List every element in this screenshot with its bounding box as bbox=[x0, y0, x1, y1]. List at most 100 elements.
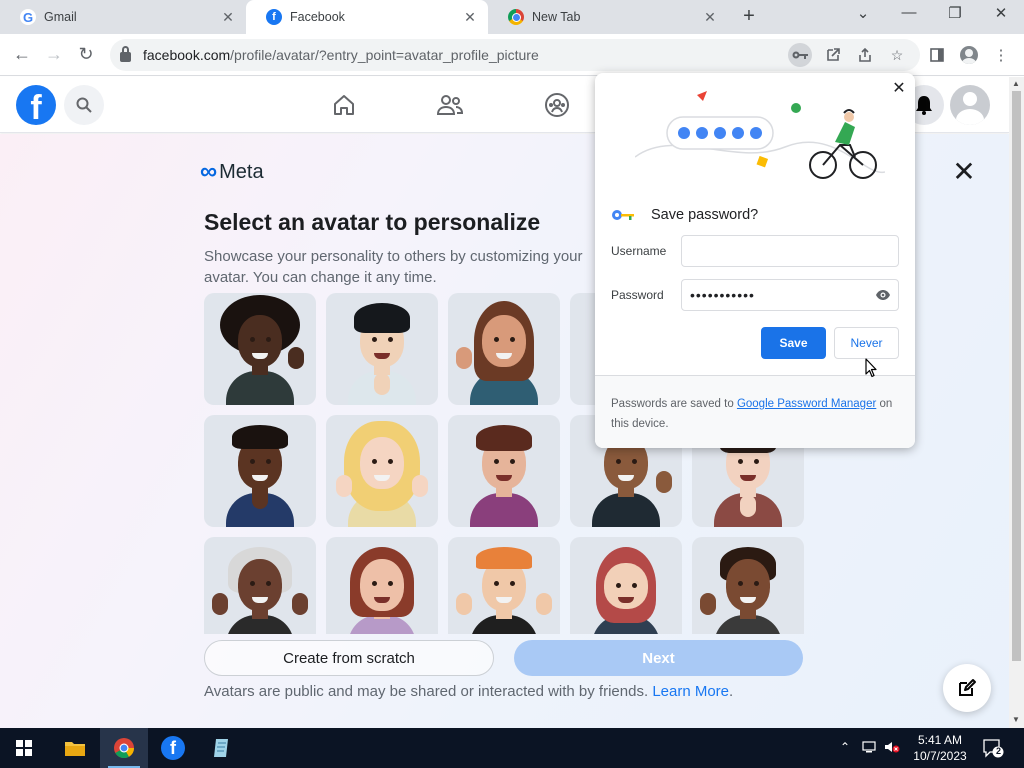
notification-count-badge: 2 bbox=[995, 746, 1001, 756]
show-hidden-icons-chevron-icon[interactable]: ⌃ bbox=[840, 740, 850, 754]
scroll-up-arrow-icon[interactable]: ▲ bbox=[1012, 79, 1020, 88]
open-in-new-icon[interactable] bbox=[821, 43, 845, 67]
avatar-privacy-note: Avatars are public and may be shared or … bbox=[204, 683, 733, 700]
friends-icon[interactable] bbox=[436, 91, 464, 119]
avatar-option[interactable] bbox=[326, 293, 438, 405]
avatar-option[interactable] bbox=[448, 415, 560, 527]
chrome-taskbar-icon[interactable] bbox=[100, 728, 148, 768]
meta-logo: ∞ Meta bbox=[200, 158, 264, 186]
taskbar-clock[interactable]: 5:41 AM 10/7/2023 bbox=[905, 732, 975, 764]
share-icon[interactable] bbox=[853, 43, 877, 67]
address-toolbar: ← → ↻ facebook.com/profile/avatar/?entry… bbox=[0, 34, 1024, 76]
compose-message-icon[interactable] bbox=[943, 664, 991, 712]
window-close-icon[interactable]: ✕ bbox=[989, 4, 1013, 22]
scroll-down-arrow-icon[interactable]: ▼ bbox=[1012, 715, 1020, 724]
avatar-option[interactable] bbox=[326, 415, 438, 527]
home-icon[interactable] bbox=[330, 91, 358, 119]
avatar-option[interactable] bbox=[326, 537, 438, 634]
footnote-end: . bbox=[729, 683, 734, 700]
tab-title: New Tab bbox=[532, 10, 581, 24]
tab-new-tab[interactable]: New Tab ✕ bbox=[488, 0, 728, 34]
side-panel-icon[interactable] bbox=[926, 44, 948, 66]
page-subtitle: Showcase your personality to others by c… bbox=[204, 248, 583, 286]
gmail-favicon-icon: G bbox=[20, 9, 36, 25]
save-password-header: Save password? bbox=[611, 207, 758, 223]
footnote-text: Avatars are public and may be shared or … bbox=[204, 683, 649, 700]
reload-icon[interactable]: ↻ bbox=[75, 44, 97, 65]
avatar-option[interactable] bbox=[448, 537, 560, 634]
forward-arrow-icon[interactable]: → bbox=[43, 44, 65, 65]
profile-icon[interactable] bbox=[958, 44, 980, 66]
notification-center-icon[interactable]: 2 bbox=[982, 738, 1004, 758]
dialog-title: Save password? bbox=[651, 207, 759, 223]
url-text[interactable]: facebook.com/profile/avatar/?entry_point… bbox=[143, 47, 539, 63]
save-password-dialog: ✕ Save password? Username Password •••••… bbox=[595, 73, 915, 448]
close-page-icon[interactable]: ✕ bbox=[948, 156, 980, 188]
url-path: /profile/avatar/?entry_point=avatar_prof… bbox=[230, 47, 539, 63]
volume-muted-icon[interactable] bbox=[884, 740, 900, 757]
omnibox[interactable]: facebook.com/profile/avatar/?entry_point… bbox=[110, 39, 920, 71]
close-icon[interactable]: ✕ bbox=[889, 79, 909, 99]
more-menu-icon[interactable]: ⋮ bbox=[990, 44, 1012, 66]
notepad-taskbar-icon[interactable] bbox=[198, 728, 246, 768]
close-icon[interactable]: ✕ bbox=[702, 9, 718, 26]
clock-date: 10/7/2023 bbox=[913, 749, 967, 763]
network-icon[interactable] bbox=[862, 740, 878, 757]
username-field[interactable] bbox=[681, 235, 899, 267]
key-icon[interactable] bbox=[788, 43, 812, 67]
meta-infinity-icon: ∞ bbox=[200, 158, 217, 185]
avatar-option[interactable] bbox=[570, 537, 682, 634]
avatar-option[interactable] bbox=[204, 415, 316, 527]
key-icon bbox=[612, 210, 634, 220]
password-manager-footer: Passwords are saved to Google Password M… bbox=[595, 375, 915, 448]
chrome-favicon-icon bbox=[508, 9, 524, 25]
mouse-cursor-icon bbox=[865, 358, 877, 378]
password-value: ••••••••••• bbox=[690, 287, 755, 303]
password-label: Password bbox=[611, 288, 664, 302]
scrollbar-thumb[interactable] bbox=[1012, 91, 1021, 661]
footer-prefix: Passwords are saved to bbox=[611, 398, 734, 410]
meta-logo-text: Meta bbox=[219, 160, 264, 183]
file-explorer-icon[interactable] bbox=[51, 728, 99, 768]
avatar-option[interactable] bbox=[448, 293, 560, 405]
facebook-logo-icon[interactable]: f bbox=[16, 85, 56, 125]
page-scrollbar[interactable]: ▲ ▼ bbox=[1009, 77, 1024, 728]
avatar-option[interactable] bbox=[204, 537, 316, 634]
avatar-option[interactable] bbox=[692, 537, 804, 634]
learn-more-link[interactable]: Learn More bbox=[652, 683, 729, 700]
windows-start-icon[interactable] bbox=[16, 740, 32, 756]
facebook-taskbar-icon[interactable]: f bbox=[149, 728, 197, 768]
groups-icon[interactable] bbox=[543, 91, 571, 119]
tab-title: Gmail bbox=[44, 10, 77, 24]
restore-icon[interactable]: ❐ bbox=[943, 4, 967, 22]
show-password-eye-icon[interactable] bbox=[875, 288, 891, 302]
close-icon[interactable]: ✕ bbox=[220, 9, 236, 26]
lock-icon[interactable] bbox=[120, 46, 131, 62]
tab-facebook[interactable]: f Facebook ✕ bbox=[246, 0, 488, 34]
google-password-manager-link[interactable]: Google Password Manager bbox=[737, 398, 876, 410]
tab-title: Facebook bbox=[290, 10, 345, 24]
back-arrow-icon[interactable]: ← bbox=[11, 44, 33, 65]
page-title: Select an avatar to personalize bbox=[204, 209, 541, 235]
tab-search-chevron-icon[interactable]: ⌄ bbox=[851, 4, 875, 22]
bookmark-star-icon[interactable]: ☆ bbox=[885, 43, 909, 67]
url-host: facebook.com bbox=[143, 47, 231, 63]
tab-gmail[interactable]: G Gmail ✕ bbox=[0, 0, 246, 34]
avatar-option[interactable] bbox=[204, 293, 316, 405]
facebook-favicon-icon: f bbox=[266, 9, 282, 25]
windows-taskbar: f ⌃ 5:41 AM 10/7/2023 2 bbox=[0, 728, 1024, 768]
save-password-button[interactable]: Save bbox=[761, 327, 826, 359]
search-icon[interactable] bbox=[64, 85, 104, 125]
account-avatar[interactable] bbox=[950, 85, 990, 125]
browser-tab-bar: G Gmail ✕ f Facebook ✕ New Tab ✕ + ⌄ — ❐… bbox=[0, 0, 1024, 34]
close-icon[interactable]: ✕ bbox=[462, 9, 478, 26]
clock-time: 5:41 AM bbox=[917, 733, 963, 747]
never-save-button[interactable]: Never bbox=[834, 327, 899, 359]
password-illustration bbox=[635, 91, 885, 179]
next-button[interactable]: Next bbox=[514, 640, 803, 676]
minimize-icon[interactable]: — bbox=[897, 4, 921, 21]
username-label: Username bbox=[611, 244, 667, 258]
new-tab-plus-icon[interactable]: + bbox=[738, 5, 760, 28]
create-from-scratch-button[interactable]: Create from scratch bbox=[204, 640, 494, 676]
password-field[interactable]: ••••••••••• bbox=[681, 279, 899, 311]
